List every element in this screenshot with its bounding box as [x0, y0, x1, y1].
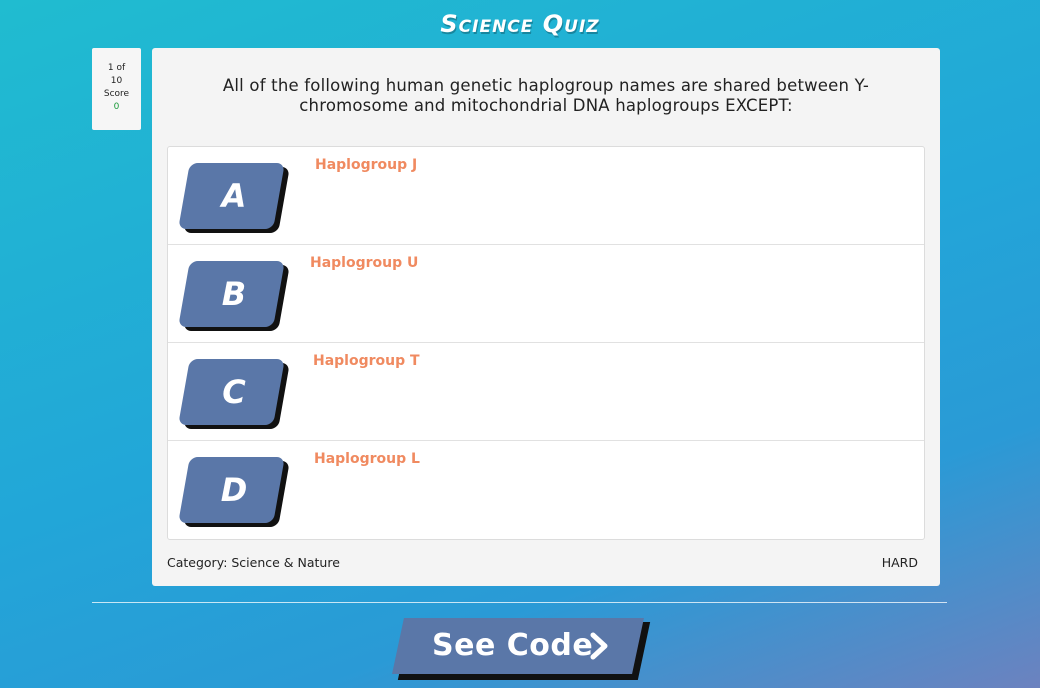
answer-text[interactable]: Haplogroup J [315, 157, 417, 173]
question-card: All of the following human genetic haplo… [152, 48, 940, 586]
answer-text[interactable]: Haplogroup T [313, 353, 420, 369]
question-text: All of the following human genetic haplo… [222, 76, 870, 115]
question-counter: 1 of [107, 63, 126, 73]
answer-list: A Haplogroup J B Haplogroup U C Haplogro… [167, 146, 925, 540]
answer-option-d[interactable]: D Haplogroup L [168, 441, 924, 539]
chevron-right-icon [590, 632, 608, 660]
answer-option-c[interactable]: C Haplogroup T [168, 343, 924, 441]
answer-button-d[interactable]: D [178, 457, 290, 527]
answer-option-b[interactable]: B Haplogroup U [168, 245, 924, 343]
answer-button-c[interactable]: C [178, 359, 290, 429]
divider [92, 602, 947, 603]
answer-letter: A [221, 177, 247, 215]
page-title: Science Quiz [440, 10, 600, 38]
answer-button-a[interactable]: A [178, 163, 290, 233]
category-label: Category: Science & Nature [167, 555, 340, 570]
see-code-button[interactable]: See Code [392, 618, 651, 680]
answer-letter: C [222, 373, 246, 411]
question-total: 10 [110, 76, 123, 86]
answer-letter: B [221, 275, 247, 313]
progress-score-panel: 1 of 10 Score 0 [92, 48, 141, 130]
answer-text[interactable]: Haplogroup U [310, 255, 418, 271]
answer-text[interactable]: Haplogroup L [314, 451, 420, 467]
score-label: Score [103, 89, 130, 99]
answer-option-a[interactable]: A Haplogroup J [168, 147, 924, 245]
answer-letter: D [220, 471, 248, 509]
score-value: 0 [113, 102, 120, 112]
answer-button-b[interactable]: B [178, 261, 290, 331]
difficulty-label: HARD [881, 555, 918, 570]
see-code-label: See Code [432, 628, 594, 663]
